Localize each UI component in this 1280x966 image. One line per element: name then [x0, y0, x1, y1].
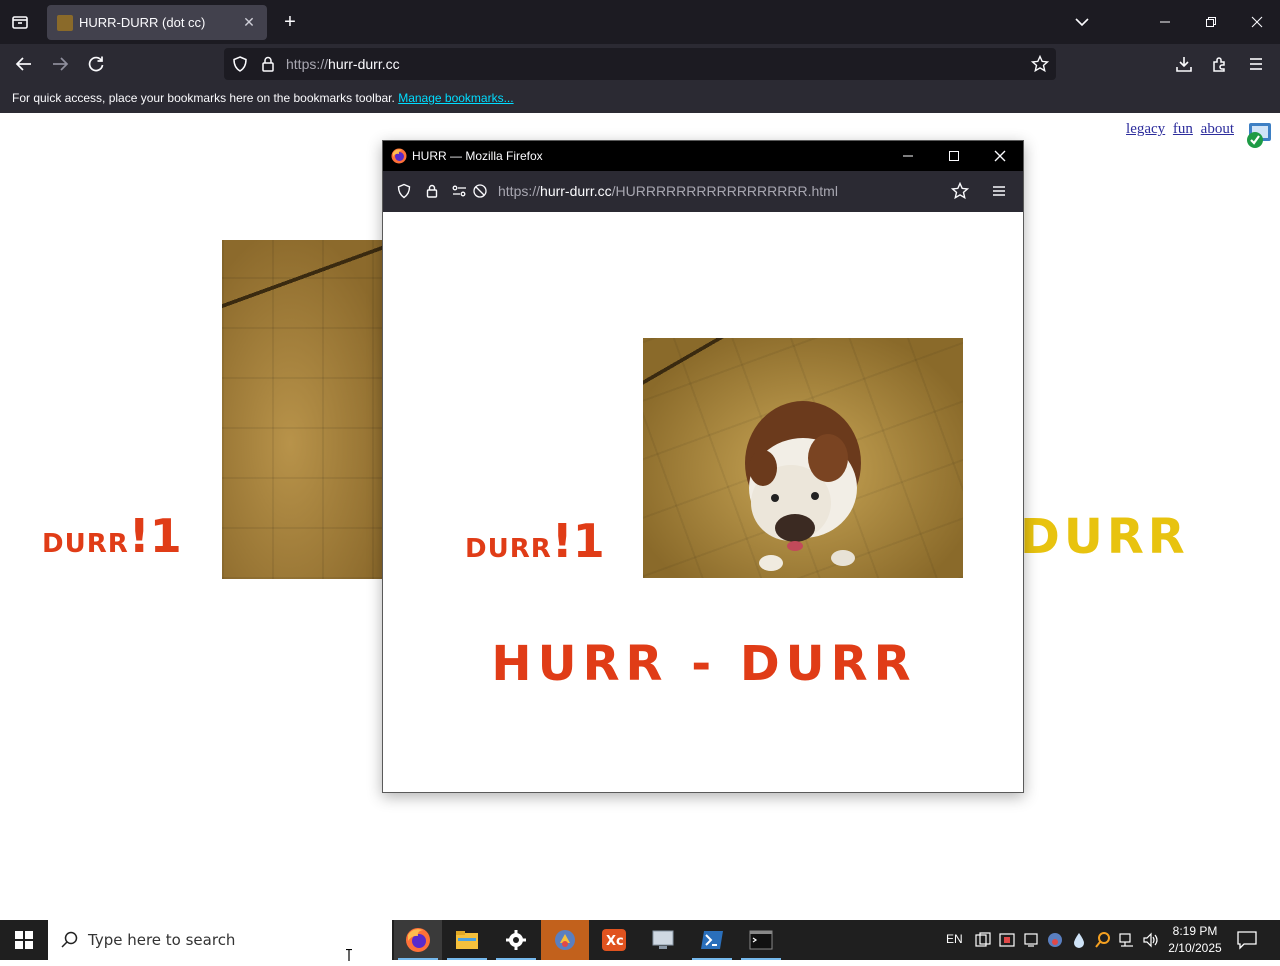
top-nav-links: legacy fun about	[1122, 121, 1234, 138]
popup-shield-icon[interactable]	[393, 180, 415, 202]
address-bar[interactable]: https://hurr-durr.cc	[224, 48, 1056, 80]
page-content: legacy fun about DURR!1 DURR HURR — Mozi…	[0, 113, 1280, 920]
popup-durr-text: DURR!1	[465, 514, 605, 568]
popup-address-bar[interactable]: https://hurr-durr.cc/HURRRRRRRRRRRRRRRRR…	[383, 171, 1023, 212]
forward-icon[interactable]	[48, 52, 72, 76]
task-view-icon[interactable]	[974, 931, 992, 949]
tab-favicon-icon	[57, 14, 73, 31]
downloads-icon[interactable]	[1172, 52, 1196, 76]
popup-url-path: /HURRRRRRRRRRRRRRRRR.html	[611, 183, 838, 199]
notifications-icon[interactable]	[1236, 930, 1258, 950]
remote-desktop-icon[interactable]	[639, 920, 687, 960]
search-tray-icon[interactable]	[1094, 931, 1112, 949]
popup-autoplay-blocked-icon[interactable]	[469, 180, 491, 202]
system-clock[interactable]: 8:19 PM 2/10/2025	[1164, 923, 1226, 957]
bookmarks-hint: For quick access, place your bookmarks h…	[12, 91, 395, 105]
taskbar-search-box[interactable]: Type here to search	[48, 920, 392, 961]
popup-permissions-icon[interactable]	[449, 180, 471, 202]
search-placeholder: Type here to search	[88, 931, 236, 949]
durr-text-right: DURR	[1020, 509, 1189, 565]
popup-url-text[interactable]: https://hurr-durr.cc/HURRRRRRRRRRRRRRRRR…	[498, 183, 838, 199]
popup-window[interactable]: HURR — Mozilla Firefox https://hurr-durr…	[382, 140, 1024, 793]
display-tray-icon[interactable]	[1022, 931, 1040, 949]
firefox-icon[interactable]	[394, 920, 442, 960]
durr-text-left: DURR!1	[42, 509, 182, 563]
popup-page-content: DURR!1 HURR - DURR	[383, 212, 1023, 792]
reload-icon[interactable]	[84, 52, 108, 76]
volume-icon[interactable]	[1142, 931, 1160, 949]
tab-hurr-durr[interactable]: HURR-DURR (dot cc) ✕	[47, 5, 267, 40]
clock-time: 8:19 PM	[1172, 924, 1218, 938]
text-cursor-icon	[345, 948, 353, 961]
start-button[interactable]	[0, 920, 48, 960]
url-host: hurr-durr.cc	[328, 56, 400, 72]
settings-icon[interactable]	[492, 920, 540, 960]
popup-durr-small-text: DURR	[465, 534, 552, 564]
popup-maximize-button[interactable]	[939, 144, 969, 168]
hurr-durr-headline: HURR - DURR	[491, 636, 917, 692]
list-all-tabs-icon[interactable]	[1072, 12, 1092, 32]
durr-exclaim-text: !1	[128, 509, 182, 563]
firefox-logo-icon	[391, 148, 407, 164]
app-menu-icon[interactable]	[1244, 52, 1268, 76]
popup-bookmark-star-icon[interactable]	[949, 180, 971, 202]
drop-tray-icon[interactable]	[1070, 931, 1088, 949]
popup-titlebar[interactable]: HURR — Mozilla Firefox	[383, 141, 1023, 171]
popup-url-host: hurr-durr.cc	[540, 183, 612, 199]
restore-button[interactable]	[1196, 8, 1226, 36]
durr-small-text: DURR	[42, 529, 129, 559]
url-scheme: https://	[286, 56, 329, 72]
popup-url-scheme: https://	[498, 183, 541, 199]
app-icon[interactable]	[541, 920, 589, 960]
fun-link[interactable]: fun	[1173, 121, 1193, 137]
background-dog-photo	[222, 240, 392, 579]
navigation-toolbar: https://hurr-durr.cc	[0, 44, 1280, 84]
new-tab-button[interactable]: +	[278, 10, 302, 34]
popup-menu-icon[interactable]	[988, 180, 1010, 202]
popup-durr-exclaim-text: !1	[551, 514, 605, 568]
search-icon	[60, 930, 80, 950]
firefox-view-icon[interactable]	[8, 10, 32, 34]
terminal-icon[interactable]	[737, 920, 785, 960]
popup-lock-icon[interactable]	[421, 180, 443, 202]
input-language[interactable]: EN	[946, 932, 963, 946]
close-window-button[interactable]	[1242, 8, 1272, 36]
clock-date: 2/10/2025	[1168, 941, 1222, 955]
xc-icon[interactable]: Xc	[590, 920, 638, 960]
bookmark-star-icon[interactable]	[1028, 52, 1052, 76]
extensions-icon[interactable]	[1208, 52, 1232, 76]
windows-taskbar: Type here to search Xc EN 8:19 PM 2/10/2…	[0, 920, 1280, 961]
bulldog-photo	[643, 338, 963, 578]
about-link[interactable]: about	[1201, 121, 1234, 137]
url-text[interactable]: https://hurr-durr.cc	[286, 56, 400, 72]
file-explorer-icon[interactable]	[443, 920, 491, 960]
app-tray-icon[interactable]	[1046, 931, 1064, 949]
powershell-icon[interactable]	[688, 920, 736, 960]
minimize-button[interactable]	[1150, 8, 1180, 36]
security-tray-icon[interactable]	[998, 931, 1016, 949]
legacy-link[interactable]: legacy	[1126, 121, 1165, 137]
back-icon[interactable]	[12, 52, 36, 76]
popup-close-button[interactable]	[985, 144, 1015, 168]
popup-minimize-button[interactable]	[893, 144, 923, 168]
bookmarks-toolbar: For quick access, place your bookmarks h…	[0, 84, 1280, 113]
tab-bar: HURR-DURR (dot cc) ✕ +	[0, 0, 1280, 44]
popup-title: HURR — Mozilla Firefox	[412, 149, 543, 163]
tab-close-icon[interactable]: ✕	[241, 14, 257, 31]
tab-title: HURR-DURR (dot cc)	[79, 15, 206, 30]
svg-text:Xc: Xc	[606, 934, 624, 949]
tracking-protection-shield-icon[interactable]	[228, 52, 252, 76]
verified-badge-icon[interactable]	[1244, 121, 1272, 149]
network-icon[interactable]	[1118, 931, 1136, 949]
manage-bookmarks-link[interactable]: Manage bookmarks...	[398, 91, 513, 105]
lock-icon[interactable]	[256, 52, 280, 76]
